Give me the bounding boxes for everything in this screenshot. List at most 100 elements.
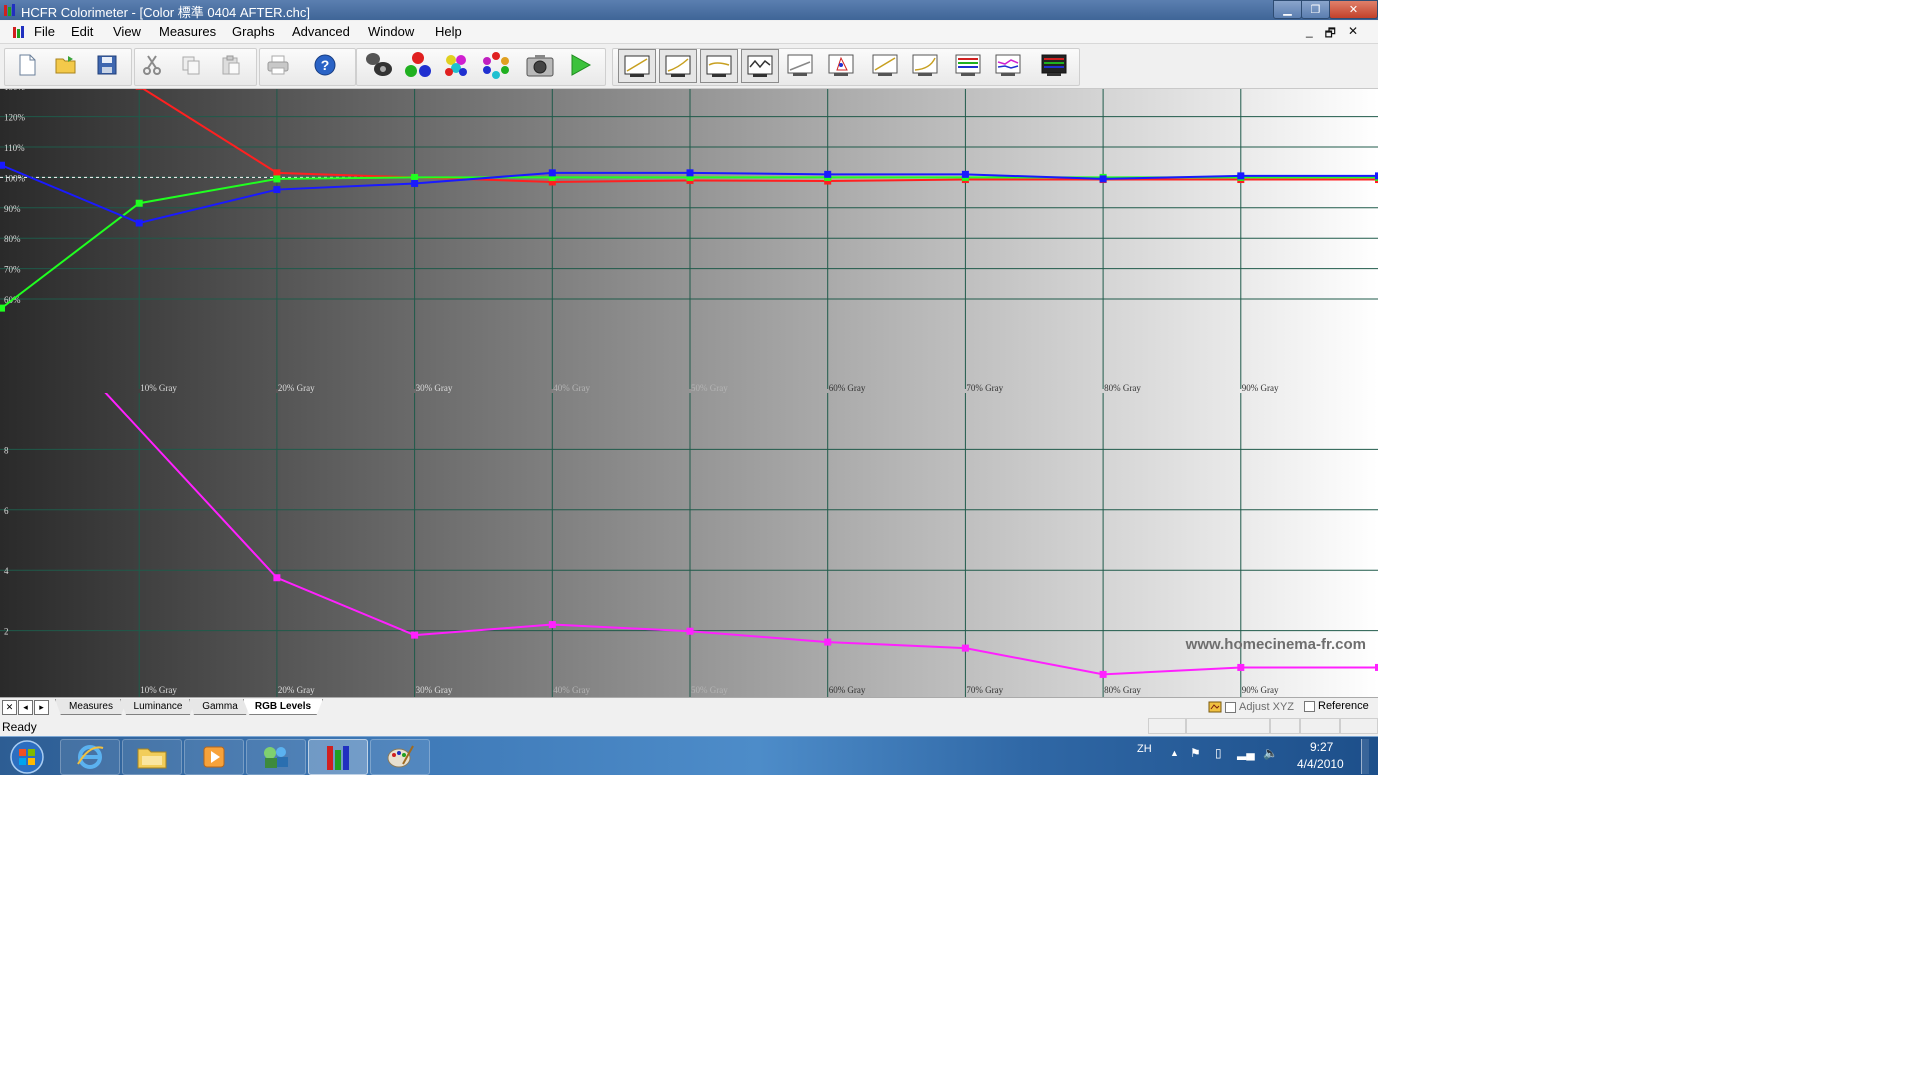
maximize-button[interactable]: ❐ [1301,0,1330,19]
app-window: HCFR Colorimeter - [Color 標準 0404 AFTER.… [0,0,1378,775]
view-1-button[interactable] [618,49,656,83]
taskbar-media-button[interactable] [184,739,244,775]
tab-next-button[interactable]: ▸ [34,700,49,715]
y-tick-label: 8 [4,445,9,455]
view-9-icon [955,54,981,76]
svg-text:?: ? [321,57,330,73]
data-point [961,644,969,652]
reference-checkbox[interactable] [1304,700,1315,712]
mdi-close-button[interactable]: ✕ [1348,24,1358,45]
menu-window[interactable]: Window [368,24,414,39]
tab-close-button[interactable]: ✕ [2,700,17,715]
menu-advanced[interactable]: Advanced [292,24,350,39]
data-point [961,170,969,178]
data-point [135,89,143,90]
data-point [135,199,143,207]
system-tray: ZH ▲ ⚑ ▯ ▂▄ 🔈 9:27 4/4/2010 [1125,737,1370,775]
language-indicator[interactable]: ZH [1137,743,1152,755]
adjust-xyz-option[interactable]: Adjust XYZ [1208,700,1294,714]
taskbar-ie-button[interactable] [60,739,120,775]
data-point [824,638,832,646]
x-tick-label: 50% Gray [691,685,728,695]
data-point [1099,175,1107,183]
data-point [411,179,419,187]
volume-icon[interactable]: 🔈 [1263,746,1278,760]
show-desktop-button[interactable] [1361,739,1369,774]
sensor-button[interactable] [364,50,394,80]
taskbar-network-button[interactable] [246,739,306,775]
signal-icon[interactable]: ▂▄ [1237,746,1255,760]
view-7-button[interactable] [867,50,903,80]
data-point [686,169,694,177]
view-9-button[interactable] [950,50,986,80]
tab-rgb-levels[interactable]: RGB Levels [243,699,323,715]
x-tick-label: 40% Gray [553,685,590,695]
save-button[interactable] [92,50,122,80]
paste-icon [222,55,240,75]
view-5-button[interactable] [782,50,818,80]
view-4-button[interactable] [741,49,779,83]
view-8-button[interactable] [907,50,943,80]
help-button[interactable]: ? [310,50,340,80]
taskbar-hcfr-button[interactable] [308,739,368,775]
tab-prev-button[interactable]: ◂ [18,700,33,715]
mdi-minimize-button[interactable]: _ [1306,24,1313,45]
rgb-measure-button[interactable] [403,50,433,80]
taskbar-paint-button[interactable] [370,739,430,775]
y-tick-label: 90% [4,204,21,214]
y-tick-label: 120% [4,113,26,123]
copy-button[interactable] [176,50,206,80]
explorer-icon [137,748,167,769]
color-balls-button[interactable] [441,50,471,80]
sensor-icon [366,53,392,76]
title-bar[interactable]: HCFR Colorimeter - [Color 標準 0404 AFTER.… [0,0,1378,20]
menu-help[interactable]: Help [435,24,462,39]
print-button[interactable] [263,50,293,80]
close-button[interactable]: ✕ [1329,0,1378,19]
minimize-button[interactable]: ▁ [1273,0,1302,19]
view-11-button[interactable] [1036,50,1072,80]
play-button[interactable] [565,50,595,80]
adjust-xyz-checkbox[interactable] [1225,701,1236,713]
data-point [0,304,5,312]
data-point [1237,663,1245,671]
mdi-restore-button[interactable]: 🗗 [1325,24,1336,45]
flag-icon[interactable]: ⚑ [1190,746,1201,760]
document-icon[interactable] [12,25,27,39]
tab-gamma[interactable]: Gamma [189,699,251,715]
tray-expand-icon[interactable]: ▲ [1170,748,1179,758]
color-wheel-button[interactable] [481,50,511,80]
x-tick-label: 70% Gray [966,383,1003,393]
paste-button[interactable] [216,50,246,80]
taskbar: ZH ▲ ⚑ ▯ ▂▄ 🔈 9:27 4/4/2010 [0,736,1378,775]
cut-button[interactable] [137,50,167,80]
clock-date[interactable]: 4/4/2010 [1297,757,1344,771]
tab-luminance[interactable]: Luminance [120,699,196,715]
menu-view[interactable]: View [113,24,141,39]
data-point [411,631,419,639]
view-6-button[interactable] [823,50,859,80]
new-button[interactable] [12,50,42,80]
status-text: Ready [2,720,37,734]
x-tick-label: 40% Gray [553,383,590,393]
menu-measures[interactable]: Measures [159,24,216,39]
rgb-levels-chart: 60%70%80%90%100%110%120%130%140%10% Gray… [0,89,1378,697]
start-button[interactable] [5,739,49,775]
view-10-button[interactable] [990,50,1026,80]
battery-icon[interactable]: ▯ [1215,746,1222,760]
view-3-button[interactable] [700,49,738,83]
x-tick-label: 30% Gray [416,383,453,393]
menu-file[interactable]: File [34,24,55,39]
tab-measures[interactable]: Measures [55,699,127,715]
clock-time[interactable]: 9:27 [1310,740,1333,754]
taskbar-explorer-button[interactable] [122,739,182,775]
open-button[interactable] [51,50,81,80]
reference-option[interactable]: Reference [1304,700,1369,712]
menu-edit[interactable]: Edit [71,24,93,39]
menu-graphs[interactable]: Graphs [232,24,275,39]
status-pane-4 [1300,718,1340,734]
view-2-button[interactable] [659,49,697,83]
help-icon: ? [314,54,336,76]
camera-button[interactable] [525,50,555,80]
camera-icon [526,55,554,77]
